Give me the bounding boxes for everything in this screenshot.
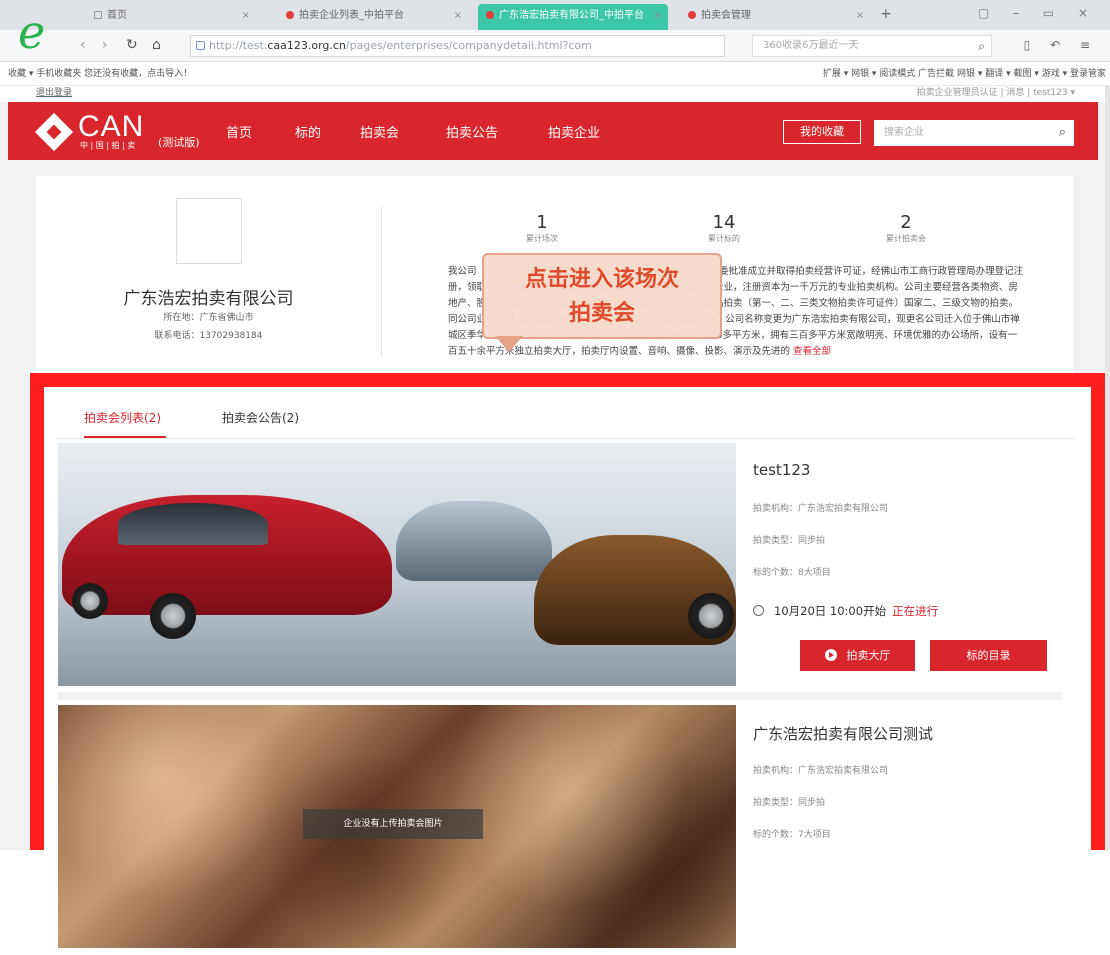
scrollbar[interactable] <box>1105 86 1110 850</box>
top-info-bar: 退出登录 拍卖企业管理员认证 | 消息 | test123 ▾ <box>0 86 1105 102</box>
auction-title[interactable]: test123 <box>753 461 810 479</box>
auction-title[interactable]: 广东浩宏拍卖有限公司测试 <box>753 723 933 744</box>
tooltip-line-2: 拍卖会 <box>568 301 635 326</box>
stat-lots: 14 累计标的 <box>708 212 740 243</box>
company-logo <box>176 198 242 264</box>
tab-auction-list[interactable]: 拍卖会列表(2) <box>84 409 161 426</box>
play-icon <box>824 649 837 661</box>
status-badge: 正在进行 <box>892 604 939 618</box>
red-dot-icon <box>688 11 696 19</box>
lot-catalog-button[interactable]: 标的目录 <box>930 640 1047 671</box>
auction-org: 拍卖机构：广东浩宏拍卖有限公司 <box>753 766 889 776</box>
auction-list-highlight: 拍卖会列表(2) 拍卖会公告(2) test123 拍卖机构：广东浩宏拍卖有限公… <box>30 373 1105 955</box>
close-icon[interactable]: × <box>454 4 462 28</box>
bookmarks-bar: 收藏 ▾ 手机收藏夹 您还没有收藏，点击导入！ 扩展 ▾ 网银 ▾ 阅读模式 广… <box>0 62 1110 86</box>
forward-button[interactable]: › <box>102 37 108 53</box>
my-collection-button[interactable]: 我的收藏 <box>783 120 861 144</box>
company-phone: 联系电话：13702938184 <box>154 331 263 341</box>
new-tab-button[interactable]: + <box>880 6 892 22</box>
auction-card[interactable]: 企业没有上传拍卖会图片 广东浩宏拍卖有限公司测试 拍卖机构：广东浩宏拍卖有限公司… <box>58 705 1063 955</box>
browser-tab-home[interactable]: 首页 × <box>86 4 256 30</box>
nav-lots[interactable]: 标的 <box>295 122 321 141</box>
browser-search-input[interactable]: 360收录6万最近一天 ⌕ <box>752 35 992 57</box>
divider <box>381 206 382 356</box>
back-button[interactable]: ‹ <box>80 37 86 53</box>
card-separator <box>58 692 1063 700</box>
stat-sessions: 1 累计场次 <box>526 212 558 243</box>
refresh-button[interactable]: ↻ <box>126 37 138 53</box>
search-icon[interactable]: ⌕ <box>1059 120 1066 146</box>
red-car-window <box>118 503 268 545</box>
close-icon[interactable]: × <box>654 4 662 28</box>
company-name: 广东浩宏拍卖有限公司 <box>123 289 294 309</box>
site-search-input[interactable]: 搜索企业 ⌕ <box>874 120 1074 146</box>
wheel <box>150 593 196 639</box>
close-icon[interactable]: × <box>856 4 864 28</box>
close-icon[interactable]: × <box>242 4 250 28</box>
browser-tab-company-detail[interactable]: 广东浩宏拍卖有限公司_中拍平台 × <box>478 4 668 30</box>
logo-mark-icon <box>34 112 74 152</box>
nav-auctions[interactable]: 拍卖会 <box>360 122 399 141</box>
wheel <box>688 593 734 639</box>
cars-photo[interactable] <box>58 443 736 686</box>
auction-hall-button[interactable]: 拍卖大厅 <box>800 640 915 671</box>
silver-car <box>396 501 552 581</box>
tab-auction-notice[interactable]: 拍卖会公告(2) <box>222 409 299 426</box>
crowd-photo[interactable]: 企业没有上传拍卖会图片 <box>58 705 736 948</box>
nav-home[interactable]: 首页 <box>226 122 252 141</box>
browser-tab-enterprise-list[interactable]: 拍卖企业列表_中拍平台 × <box>278 4 468 30</box>
auction-count: 标的个数：7大项目 <box>753 830 831 840</box>
clock-icon <box>753 605 764 616</box>
security-icon <box>196 41 205 50</box>
user-menu[interactable]: 拍卖企业管理员认证 | 消息 | test123 ▾ <box>917 86 1075 100</box>
url-input[interactable]: http://test.caa123.org.cn/pages/enterpri… <box>190 35 725 57</box>
tooltip-arrow <box>495 336 523 352</box>
home-button[interactable]: ⌂ <box>152 37 161 53</box>
auction-org: 拍卖机构：广东浩宏拍卖有限公司 <box>753 504 889 514</box>
company-location: 所在地：广东省佛山市 <box>163 313 254 323</box>
window-controls[interactable]: ▢ – ▭ × <box>978 6 1098 20</box>
site-navbar: CAN 中 | 国 | 拍 | 卖 (测试版) 首页 标的 拍卖会 拍卖公告 拍… <box>8 102 1098 160</box>
tooltip-line-1: 点击进入该场次 <box>524 267 679 292</box>
address-bar: ‹ › ↻ ⌂ http://test.caa123.org.cn/pages/… <box>0 30 1110 62</box>
auction-count: 标的个数：8大项目 <box>753 568 831 578</box>
no-image-caption: 企业没有上传拍卖会图片 <box>303 809 483 839</box>
wheel <box>72 583 108 619</box>
auction-mode: 拍卖类型：同步拍 <box>753 536 826 546</box>
browser-logo-icon: e <box>18 5 46 59</box>
browser-tab-bar: 首页 × 拍卖企业列表_中拍平台 × 广东浩宏拍卖有限公司_中拍平台 × 拍卖会管理 ×… <box>0 0 1110 30</box>
web-page: 退出登录 拍卖企业管理员认证 | 消息 | test123 ▾ CAN 中 | … <box>0 86 1105 955</box>
bookmarks-left[interactable]: 收藏 ▾ 手机收藏夹 您还没有收藏，点击导入！ <box>8 62 192 86</box>
stat-auctions: 2 累计拍卖会 <box>886 212 926 243</box>
search-icon[interactable]: ⌕ <box>978 36 985 56</box>
view-all-link[interactable]: 查看全部 <box>793 346 831 357</box>
page-icon <box>94 11 102 19</box>
nav-announcements[interactable]: 拍卖公告 <box>446 122 498 141</box>
logout-link[interactable]: 退出登录 <box>36 86 72 100</box>
browser-tab-auction-manage[interactable]: 拍卖会管理 × <box>680 4 870 30</box>
auction-time: 10月20日 10:00开始 正在进行 <box>753 603 938 619</box>
tooltip-callout: 点击进入该场次 拍卖会 <box>482 253 722 339</box>
red-dot-icon <box>486 11 494 19</box>
auction-card[interactable]: test123 拍卖机构：广东浩宏拍卖有限公司 拍卖类型：同步拍 标的个数：8大… <box>58 443 1063 693</box>
auction-tabs: 拍卖会列表(2) 拍卖会公告(2) <box>56 387 1076 439</box>
nav-enterprises[interactable]: 拍卖企业 <box>548 122 600 141</box>
red-dot-icon <box>286 11 294 19</box>
auction-mode: 拍卖类型：同步拍 <box>753 798 826 808</box>
tab-underline <box>84 436 166 438</box>
browser-tools[interactable]: ▯ ↶ ≡ <box>1024 38 1098 52</box>
bookmarks-right[interactable]: 扩展 ▾ 网银 ▾ 阅读模式 广告拦截 网银 ▾ 翻译 ▾ 截图 ▾ 游戏 ▾ … <box>823 62 1106 86</box>
